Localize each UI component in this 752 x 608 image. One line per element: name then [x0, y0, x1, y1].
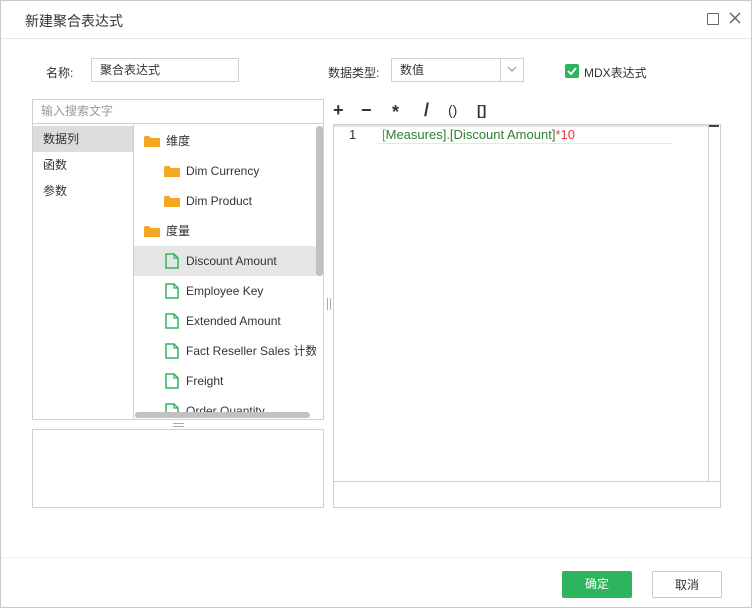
tree-item-extended-amount[interactable]: Extended Amount: [134, 306, 316, 336]
horizontal-splitter-handle[interactable]: [173, 423, 184, 427]
maximize-icon[interactable]: [707, 13, 719, 25]
folder-icon: [164, 196, 180, 207]
measure-icon: [165, 343, 179, 359]
cancel-button[interactable]: 取消: [652, 571, 722, 598]
check-icon: [567, 67, 577, 76]
mdx-label: MDX表达式: [584, 66, 647, 80]
tree-item-label: Extended Amount: [186, 314, 281, 328]
tree-item-dim-currency[interactable]: Dim Currency: [134, 156, 316, 186]
tree-item-dimensions[interactable]: 维度: [134, 126, 316, 156]
datatype-dropdown[interactable]: [500, 58, 524, 82]
line-number: 1: [349, 127, 357, 142]
tree-item-label: 维度: [166, 134, 191, 148]
dialog: 新建聚合表达式 名称: 聚合表达式 数据类型: 数值 MDX表达式 输入搜索文字…: [0, 0, 752, 608]
name-input[interactable]: 聚合表达式: [91, 58, 239, 82]
measure-icon: [165, 253, 179, 269]
folder-open-icon: [144, 226, 160, 237]
datatype-label: 数据类型:: [328, 66, 380, 80]
field-browser: 输入搜索文字 数据列 函数 参数 维度 Dim Currency Dim Pro…: [32, 99, 324, 420]
tree-item-label: Dim Currency: [186, 164, 260, 178]
datatype-value: 数值: [400, 63, 425, 77]
tree-horizontal-scrollbar[interactable]: [135, 412, 310, 418]
tree-item-label: Fact Reseller Sales 计数: [186, 344, 316, 358]
divide-button[interactable]: /: [424, 100, 429, 121]
search-input[interactable]: 输入搜索文字: [33, 100, 323, 124]
code-number: 10: [560, 127, 575, 142]
measure-icon: [165, 403, 179, 412]
mdx-checkbox[interactable]: [565, 64, 579, 78]
code-underline: [378, 143, 672, 144]
tree-item-label: Employee Key: [186, 284, 264, 298]
vertical-splitter-handle[interactable]: [327, 298, 331, 310]
tree-item-label: Discount Amount: [186, 254, 277, 268]
minus-button[interactable]: −: [361, 100, 372, 121]
measure-icon: [165, 373, 179, 389]
tree-vertical-scrollbar[interactable]: [316, 126, 323, 276]
editor-right-gutter: [708, 125, 709, 481]
name-label: 名称:: [46, 66, 74, 80]
category-columns[interactable]: 数据列: [33, 126, 133, 152]
tree-item-label: Freight: [186, 374, 224, 388]
measure-icon: [165, 313, 179, 329]
tree-item-label: 度量: [166, 224, 191, 238]
chevron-down-icon: [507, 66, 517, 72]
tree-item-order-quantity[interactable]: Order Quantity: [134, 396, 316, 412]
description-panel: [32, 429, 324, 508]
tree-item-fact-reseller-sales-count[interactable]: Fact Reseller Sales 计数: [134, 336, 316, 366]
folder-icon: [164, 166, 180, 177]
tree-item-label: Order Quantity: [186, 404, 265, 412]
plus-button[interactable]: +: [333, 100, 344, 121]
code-line[interactable]: [Measures].[Discount Amount]*10: [382, 127, 575, 142]
measure-icon: [165, 283, 179, 299]
footer-divider: [1, 557, 751, 558]
editor-status-divider: [334, 481, 720, 482]
parentheses-button[interactable]: (): [448, 102, 457, 118]
tree: 维度 Dim Currency Dim Product 度量 Discount …: [134, 124, 316, 412]
tree-item-freight[interactable]: Freight: [134, 366, 316, 396]
brackets-button[interactable]: []: [477, 102, 486, 118]
tree-item-dim-product[interactable]: Dim Product: [134, 186, 316, 216]
title-bar: 新建聚合表达式: [1, 1, 751, 39]
expression-editor[interactable]: 1 [Measures].[Discount Amount]*10: [333, 124, 721, 508]
editor-scroll-marker: [709, 125, 719, 127]
tree-item-employee-key[interactable]: Employee Key: [134, 276, 316, 306]
code-field: Measures].[Discount Amount]: [385, 127, 556, 142]
category-parameters[interactable]: 参数: [33, 178, 133, 204]
folder-icon: [144, 136, 160, 147]
dialog-title: 新建聚合表达式: [25, 13, 123, 29]
tree-item-label: Dim Product: [186, 194, 253, 208]
tree-item-measures[interactable]: 度量: [134, 216, 316, 246]
category-functions[interactable]: 函数: [33, 152, 133, 178]
tree-item-discount-amount[interactable]: Discount Amount: [134, 246, 316, 276]
multiply-button[interactable]: *: [392, 102, 399, 123]
ok-button[interactable]: 确定: [562, 571, 632, 598]
close-icon[interactable]: [727, 10, 743, 26]
